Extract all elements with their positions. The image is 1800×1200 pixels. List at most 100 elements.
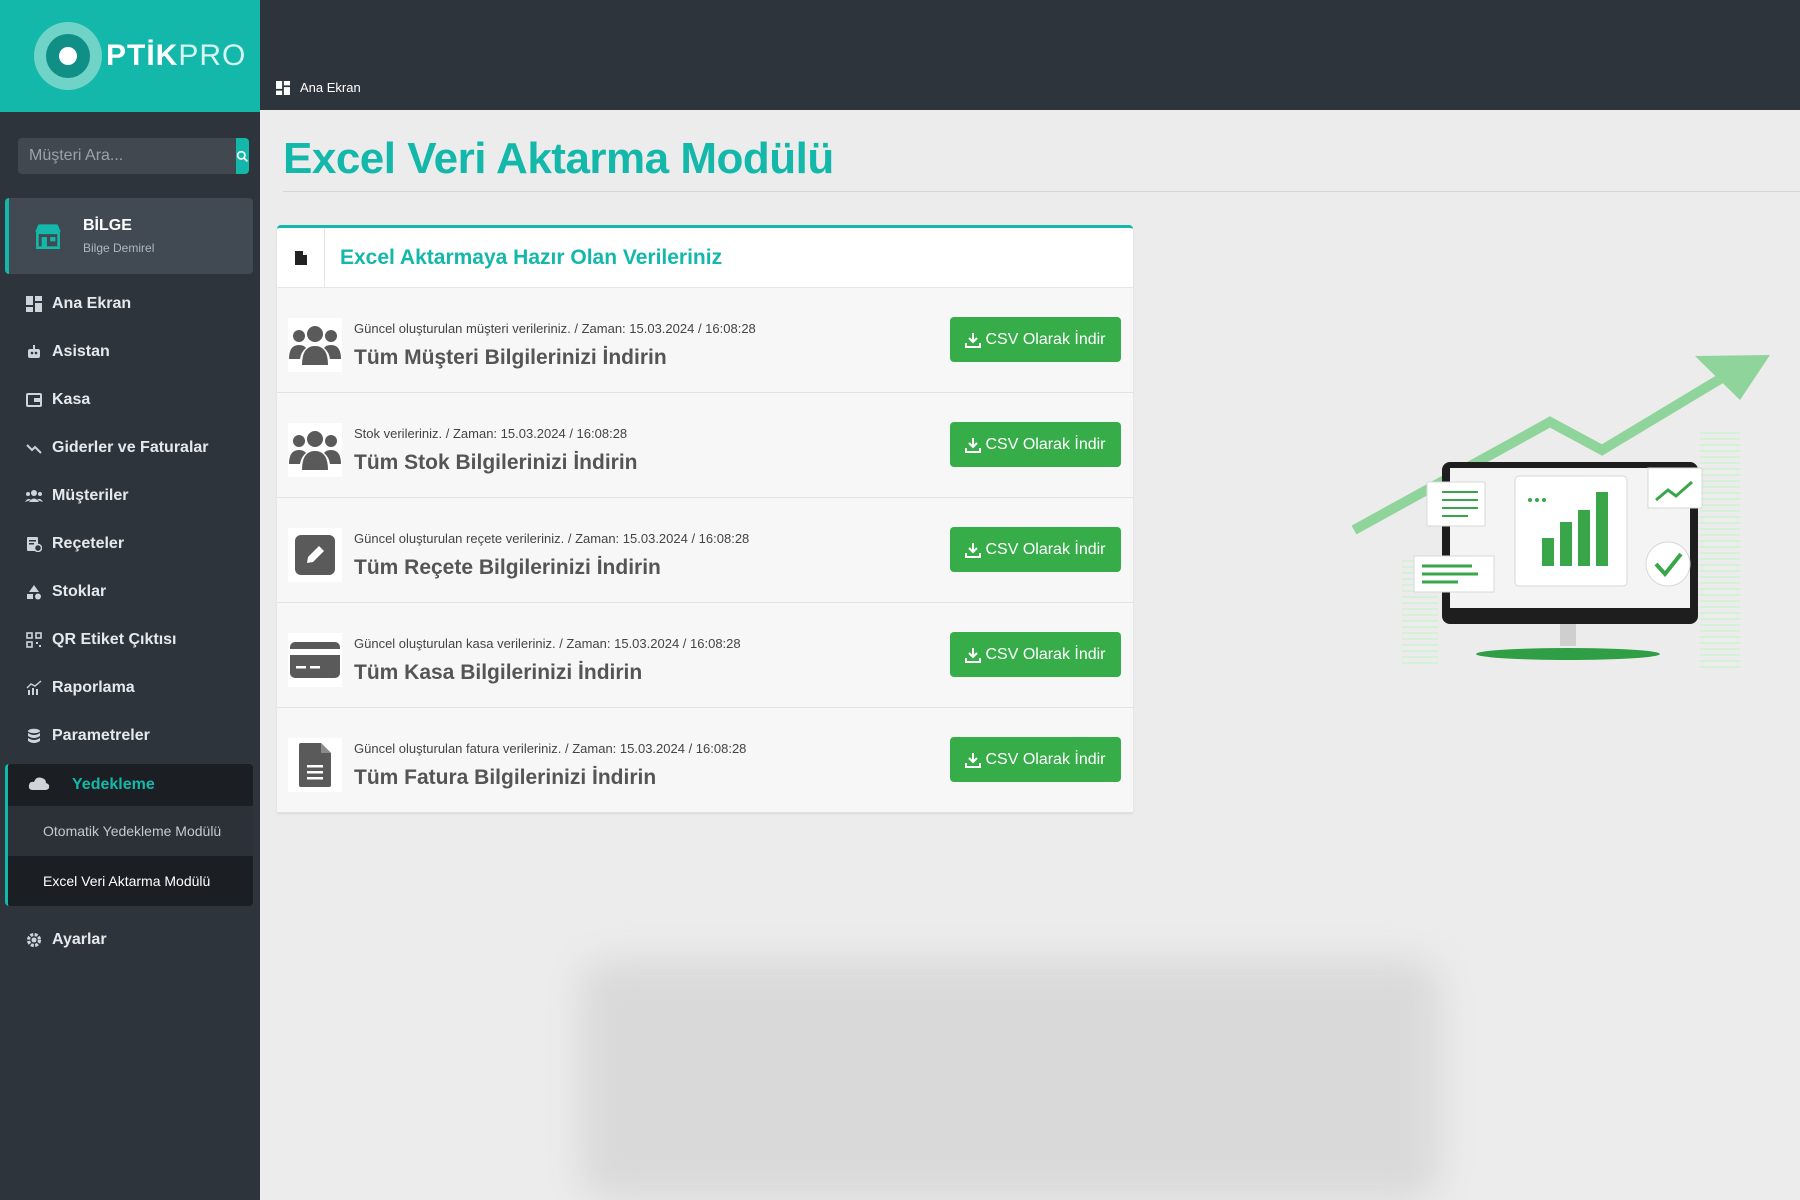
dashboard-icon [24, 294, 44, 314]
sidebar-item-raporlama[interactable]: Raporlama [0, 664, 260, 712]
sidebar-item-label: Ana Ekran [52, 295, 132, 312]
sidebar-item-parametreler[interactable]: Parametreler [0, 712, 260, 760]
users-icon [24, 486, 44, 506]
shapes-icon [24, 582, 44, 602]
eye-logo-icon [34, 22, 102, 90]
sidebar-item-stoklar[interactable]: Stoklar [0, 568, 260, 616]
sidebar-item-label: QR Etiket Çıktısı [52, 631, 177, 648]
row-title: Tüm Müşteri Bilgilerinizi İndirin [354, 346, 667, 369]
qr-icon [24, 630, 44, 650]
list-item: Güncel oluşturulan reçete verileriniz. /… [277, 498, 1133, 603]
credit-card-icon [288, 633, 342, 687]
sidebar-item-asistan[interactable]: Asistan [0, 328, 260, 376]
edit-icon [288, 528, 342, 582]
button-label: CSV Olarak İndir [985, 330, 1106, 348]
sidebar-item-label: Kasa [52, 391, 91, 408]
sidebar-item-label: Parametreler [52, 727, 150, 744]
sidebar-item-label: Asistan [52, 343, 110, 360]
robot-icon [24, 342, 44, 362]
brand-logo[interactable]: PTİKPRO [0, 0, 260, 112]
document-icon [277, 227, 325, 288]
sidebar-subitem-label: Otomatik Yedekleme Modülü [43, 823, 222, 839]
chart-icon [24, 678, 44, 698]
user-fullname: Bilge Demirel [83, 241, 155, 255]
csv-download-button[interactable]: CSV Olarak İndir [950, 527, 1121, 572]
gear-icon [24, 930, 44, 950]
sidebar-item-label: Müşteriler [52, 487, 129, 504]
sidebar-item-label: Giderler ve Faturalar [52, 439, 209, 456]
search-icon [236, 150, 249, 162]
wallet-icon [24, 390, 44, 410]
csv-download-button[interactable]: CSV Olarak İndir [950, 737, 1121, 782]
users-icon [288, 318, 342, 372]
dashboard-icon [276, 80, 290, 95]
breadcrumb-label: Ana Ekran [300, 80, 361, 95]
row-title: Tüm Reçete Bilgilerinizi İndirin [354, 556, 661, 579]
row-meta: Güncel oluşturulan reçete verileriniz. /… [354, 531, 750, 546]
trend-down-icon [24, 438, 44, 458]
sidebar-subitem-label: Excel Veri Aktarma Modülü [43, 873, 211, 889]
download-icon [965, 437, 982, 453]
csv-download-button[interactable]: CSV Olarak İndir [950, 317, 1121, 362]
sidebar-subitem-otomatik-yedekleme[interactable]: Otomatik Yedekleme Modülü [8, 806, 253, 856]
sidebar-group-label: Yedekleme [72, 776, 155, 793]
row-meta: Güncel oluşturulan müşteri verileriniz. … [354, 321, 756, 336]
download-icon [965, 332, 982, 348]
users-icon [288, 423, 342, 477]
store-icon [35, 224, 61, 250]
brand-wordmark: PTİKPRO [106, 39, 247, 72]
page-title: Excel Veri Aktarma Modülü [283, 134, 834, 183]
sidebar-item-label: Ayarlar [52, 931, 107, 948]
sidebar-item-kasa[interactable]: Kasa [0, 376, 260, 424]
row-meta: Stok verileriniz. / Zaman: 15.03.2024 / … [354, 426, 628, 441]
download-icon [965, 752, 982, 768]
database-icon [24, 726, 44, 746]
sidebar-subitem-excel-aktarma[interactable]: Excel Veri Aktarma Modülü [8, 856, 253, 906]
button-label: CSV Olarak İndir [985, 435, 1106, 453]
breadcrumb[interactable]: Ana Ekran [276, 80, 361, 95]
list-item: Güncel oluşturulan fatura verileriniz. /… [277, 708, 1133, 813]
export-card: Excel Aktarmaya Hazır Olan Verileriniz G… [277, 225, 1133, 813]
search-button[interactable] [236, 138, 249, 174]
user-name: BİLGE [83, 217, 132, 234]
list-item: Stok verileriniz. / Zaman: 15.03.2024 / … [277, 393, 1133, 498]
sidebar-item-label: Raporlama [52, 679, 135, 696]
sidebar-item-ayarlar[interactable]: Ayarlar [0, 916, 260, 964]
user-card[interactable]: BİLGE Bilge Demirel [5, 198, 253, 274]
file-icon [288, 738, 342, 792]
download-icon [965, 542, 982, 558]
sidebar-item-musteriler[interactable]: Müşteriler [0, 472, 260, 520]
sidebar: PTİKPRO BİLGE Bilge Demirel Ana Ekran As… [0, 0, 260, 1200]
row-title: Tüm Kasa Bilgilerinizi İndirin [354, 661, 643, 684]
sidebar-nav: Ana Ekran Asistan Kasa Giderler ve Fatur… [0, 280, 260, 964]
button-label: CSV Olarak İndir [985, 540, 1106, 558]
csv-download-button[interactable]: CSV Olarak İndir [950, 422, 1121, 467]
row-meta: Güncel oluşturulan kasa verileriniz. / Z… [354, 636, 741, 651]
button-label: CSV Olarak İndir [985, 645, 1106, 663]
list-item: Güncel oluşturulan kasa verileriniz. / Z… [277, 603, 1133, 708]
row-title: Tüm Stok Bilgilerinizi İndirin [354, 451, 638, 474]
prescription-icon [24, 534, 44, 554]
divider [283, 191, 1800, 192]
csv-download-button[interactable]: CSV Olarak İndir [950, 632, 1121, 677]
sidebar-item-label: Stoklar [52, 583, 107, 600]
topbar: Ana Ekran [260, 0, 1800, 110]
blurred-region [580, 960, 1440, 1200]
cloud-icon [28, 776, 54, 795]
sidebar-item-qr[interactable]: QR Etiket Çıktısı [0, 616, 260, 664]
sidebar-group-yedekleme: Yedekleme Otomatik Yedekleme Modülü Exce… [5, 764, 253, 906]
button-label: CSV Olarak İndir [985, 750, 1106, 768]
row-title: Tüm Fatura Bilgilerinizi İndirin [354, 766, 657, 789]
list-item: Güncel oluşturulan müşteri verileriniz. … [277, 288, 1133, 393]
customer-search [18, 138, 249, 174]
card-header: Excel Aktarmaya Hazır Olan Verileriniz [277, 227, 1133, 288]
sidebar-item-ana-ekran[interactable]: Ana Ekran [0, 280, 260, 328]
sidebar-item-yedekleme[interactable]: Yedekleme [8, 764, 253, 806]
sidebar-item-giderler[interactable]: Giderler ve Faturalar [0, 424, 260, 472]
sidebar-item-label: Reçeteler [52, 535, 125, 552]
search-input[interactable] [18, 138, 236, 174]
sidebar-item-receteler[interactable]: Reçeteler [0, 520, 260, 568]
download-icon [965, 647, 982, 663]
card-title: Excel Aktarmaya Hazır Olan Verileriniz [340, 245, 723, 269]
row-meta: Güncel oluşturulan fatura verileriniz. /… [354, 741, 747, 756]
